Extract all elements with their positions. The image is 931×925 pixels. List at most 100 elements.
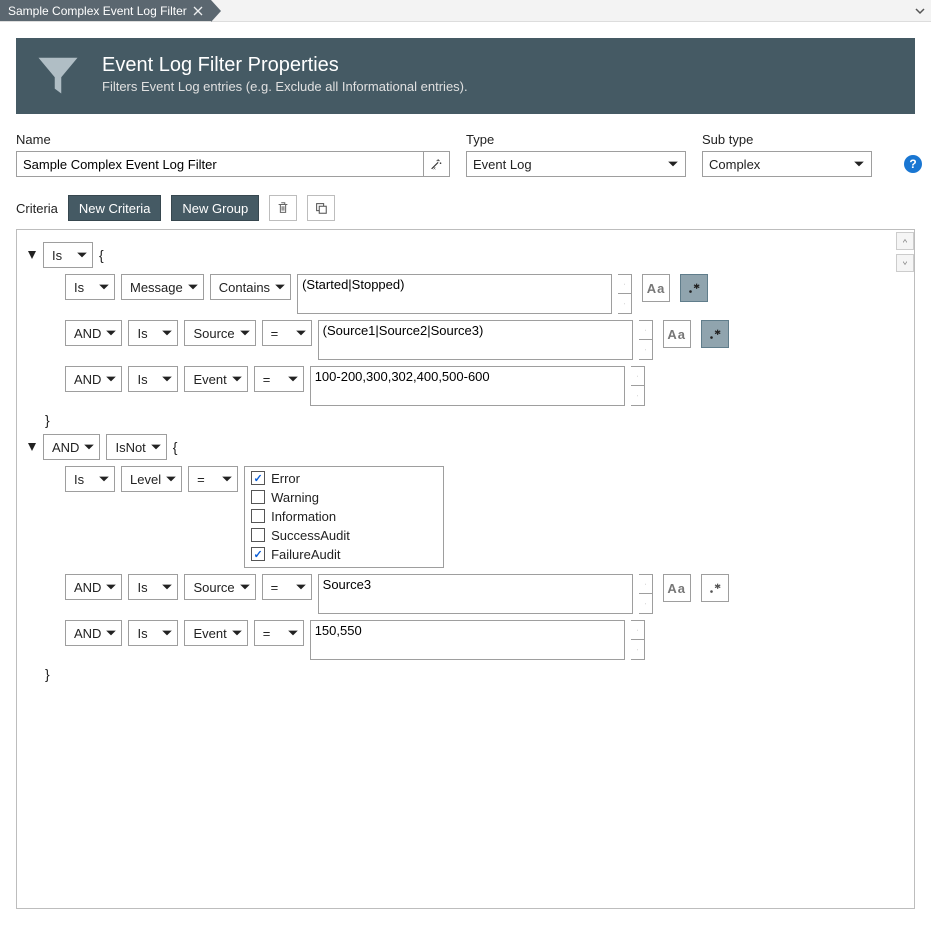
- logic-select[interactable]: AND: [65, 366, 122, 392]
- checkbox[interactable]: ✓: [251, 547, 265, 561]
- field-select[interactable]: Event: [184, 366, 247, 392]
- level-option-failureaudit: ✓ FailureAudit: [251, 545, 437, 563]
- trash-icon: [276, 200, 290, 216]
- chevron-down-icon: [903, 260, 907, 266]
- filter-icon: [32, 48, 84, 100]
- spin-down[interactable]: [639, 340, 653, 360]
- regex-icon: [708, 580, 722, 596]
- checkbox[interactable]: [251, 528, 265, 542]
- spin-up[interactable]: [631, 620, 645, 640]
- spin-down[interactable]: [639, 594, 653, 614]
- scroll-up-button[interactable]: [896, 232, 914, 250]
- chevron-down-icon: [105, 627, 117, 639]
- operator-select[interactable]: =: [262, 574, 312, 600]
- chevron-down-icon: [150, 441, 162, 453]
- chevron-down-icon: [98, 473, 110, 485]
- subtype-select[interactable]: Complex: [702, 151, 872, 177]
- spin-up[interactable]: [639, 320, 653, 340]
- checkbox[interactable]: [251, 509, 265, 523]
- document-tab[interactable]: Sample Complex Event Log Filter: [0, 0, 211, 21]
- spin-down[interactable]: [631, 386, 645, 406]
- value-input[interactable]: [310, 366, 625, 406]
- spin-up[interactable]: [631, 366, 645, 386]
- magic-wand-icon: x: [430, 156, 443, 172]
- header-banner: Event Log Filter Properties Filters Even…: [16, 38, 915, 114]
- spin-up[interactable]: [639, 574, 653, 594]
- polarity-select[interactable]: Is: [128, 620, 178, 646]
- regex-toggle[interactable]: [701, 574, 729, 602]
- case-sensitive-toggle[interactable]: Aa: [642, 274, 670, 302]
- spin-down[interactable]: [618, 294, 632, 314]
- chevron-down-icon: [165, 473, 177, 485]
- operator-select[interactable]: =: [254, 366, 304, 392]
- new-criteria-button[interactable]: New Criteria: [68, 195, 162, 221]
- type-select[interactable]: Event Log: [466, 151, 686, 177]
- regex-icon: [687, 280, 701, 296]
- criteria-label: Criteria: [16, 201, 58, 216]
- field-select[interactable]: Source: [184, 574, 255, 600]
- field-select[interactable]: Level: [121, 466, 182, 492]
- chevron-down-icon: [667, 158, 679, 170]
- magic-wand-button[interactable]: x: [424, 151, 450, 177]
- name-input[interactable]: [16, 151, 424, 177]
- field-select[interactable]: Event: [184, 620, 247, 646]
- polarity-select[interactable]: Is: [128, 320, 178, 346]
- polarity-select[interactable]: Is: [128, 366, 178, 392]
- spin-up[interactable]: [618, 274, 632, 294]
- polarity-select[interactable]: Is: [128, 574, 178, 600]
- delete-button[interactable]: [269, 195, 297, 221]
- expand-toggle[interactable]: [27, 250, 37, 260]
- chevron-down-icon: [295, 327, 307, 339]
- subtype-label: Sub type: [702, 132, 872, 147]
- polarity-select[interactable]: Is: [65, 274, 115, 300]
- close-icon[interactable]: [193, 6, 203, 16]
- polarity-select[interactable]: Is: [65, 466, 115, 492]
- chevron-up-icon: [903, 238, 907, 244]
- regex-toggle[interactable]: [680, 274, 708, 302]
- logic-select[interactable]: AND: [65, 620, 122, 646]
- value-input[interactable]: [297, 274, 612, 314]
- expand-toggle[interactable]: [27, 442, 37, 452]
- criteria-tree: Is { Is Message Contains: [17, 230, 894, 908]
- chevron-down-icon: [105, 327, 117, 339]
- chevron-down-icon: [83, 441, 95, 453]
- level-option-successaudit: SuccessAudit: [251, 526, 437, 544]
- field-select[interactable]: Message: [121, 274, 204, 300]
- chevron-down-icon: [231, 627, 243, 639]
- copy-button[interactable]: [307, 195, 335, 221]
- value-input[interactable]: [318, 574, 633, 614]
- chevron-down-icon: [105, 373, 117, 385]
- help-icon[interactable]: ?: [904, 155, 922, 173]
- scroll-down-button[interactable]: [896, 254, 914, 272]
- logic-select[interactable]: AND: [65, 320, 122, 346]
- checkbox[interactable]: ✓: [251, 471, 265, 485]
- group-polarity-select[interactable]: IsNot: [106, 434, 166, 460]
- close-brace: }: [45, 666, 884, 682]
- logic-select[interactable]: AND: [65, 574, 122, 600]
- checkbox[interactable]: [251, 490, 265, 504]
- case-sensitive-toggle[interactable]: Aa: [663, 320, 691, 348]
- chevron-down-icon: [231, 373, 243, 385]
- regex-toggle[interactable]: [701, 320, 729, 348]
- tabbar-overflow[interactable]: [909, 0, 931, 21]
- operator-select[interactable]: =: [188, 466, 238, 492]
- chevron-down-icon: [161, 627, 173, 639]
- level-option-warning: Warning: [251, 488, 437, 506]
- new-group-button[interactable]: New Group: [171, 195, 259, 221]
- field-select[interactable]: Source: [184, 320, 255, 346]
- tab-title: Sample Complex Event Log Filter: [8, 4, 187, 18]
- chevron-down-icon: [76, 249, 88, 261]
- value-input[interactable]: [310, 620, 625, 660]
- group-polarity-select[interactable]: Is: [43, 242, 93, 268]
- chevron-down-icon: [287, 373, 299, 385]
- open-brace: {: [99, 247, 104, 263]
- level-checklist: ✓ Error Warning Information SuccessAudit: [244, 466, 444, 568]
- group-logic-select[interactable]: AND: [43, 434, 100, 460]
- value-input[interactable]: [318, 320, 633, 360]
- case-sensitive-toggle[interactable]: Aa: [663, 574, 691, 602]
- spin-down[interactable]: [631, 640, 645, 660]
- operator-select[interactable]: =: [262, 320, 312, 346]
- operator-select[interactable]: Contains: [210, 274, 291, 300]
- operator-select[interactable]: =: [254, 620, 304, 646]
- case-icon: Aa: [667, 581, 686, 596]
